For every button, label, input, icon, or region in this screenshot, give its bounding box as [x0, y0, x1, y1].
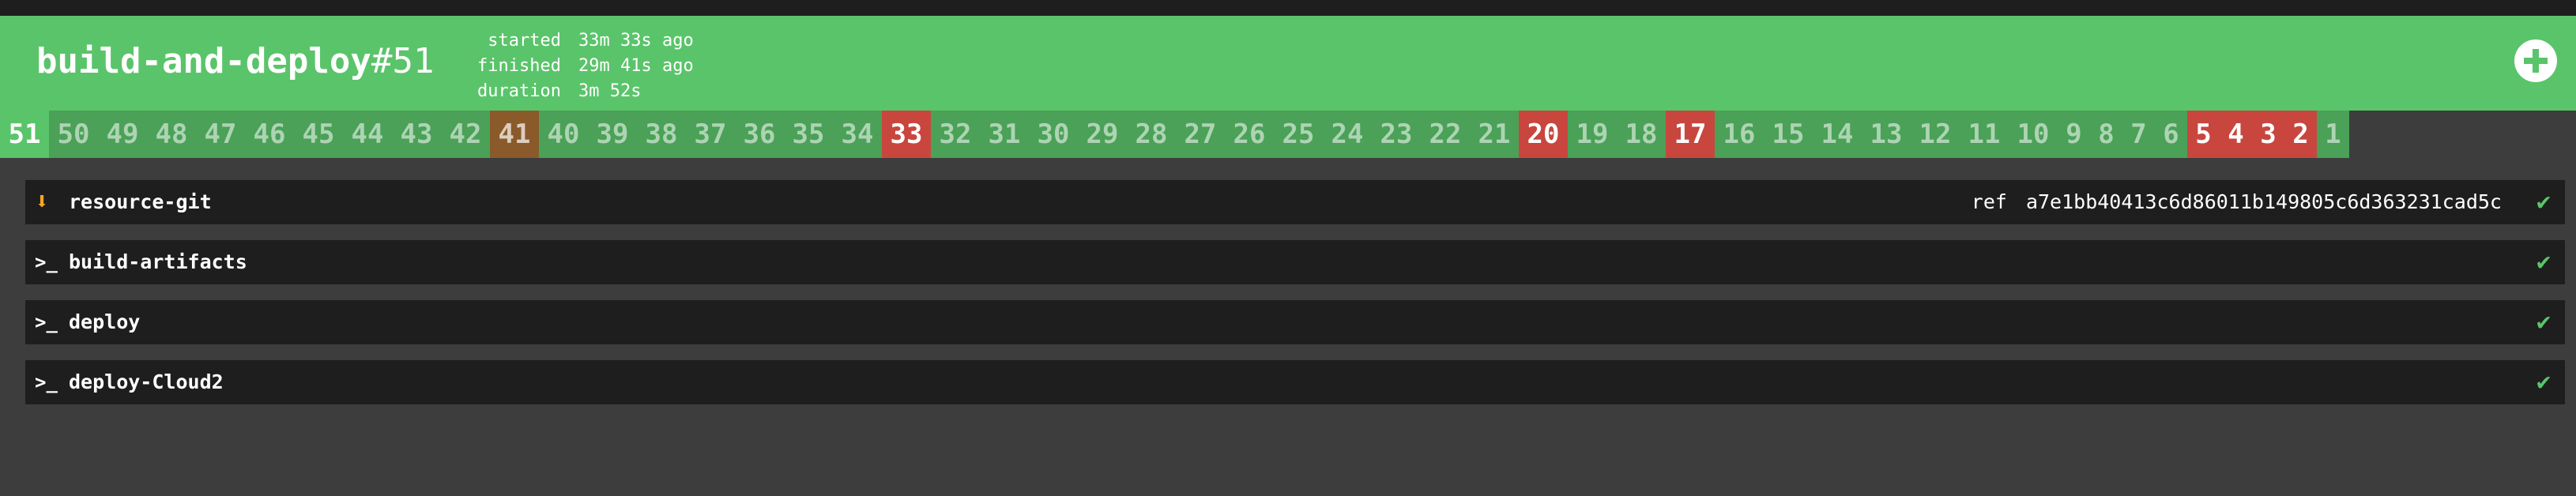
build-header: build-and-deploy #51 started 33m 33s ago …: [0, 16, 2576, 111]
build-tab-33[interactable]: 33: [882, 111, 931, 158]
time-duration: duration 3m 52s: [443, 79, 694, 104]
build-tab-29[interactable]: 29: [1078, 111, 1127, 158]
build-tab-5[interactable]: 5: [2187, 111, 2220, 158]
checkmark-icon: ✔: [2536, 368, 2551, 396]
build-tab-28[interactable]: 28: [1127, 111, 1176, 158]
step-build-artifacts[interactable]: >_ build-artifacts ✔: [25, 240, 2565, 284]
build-tab-6[interactable]: 6: [2155, 111, 2187, 158]
build-tab-8[interactable]: 8: [2090, 111, 2122, 158]
build-tab-32[interactable]: 32: [931, 111, 980, 158]
build-tab-2[interactable]: 2: [2284, 111, 2317, 158]
build-tab-38[interactable]: 38: [637, 111, 686, 158]
terminal-icon: >_: [35, 311, 58, 333]
step-name: deploy-Cloud2: [69, 370, 224, 393]
build-tab-16[interactable]: 16: [1715, 111, 1764, 158]
build-tab-14[interactable]: 14: [1813, 111, 1862, 158]
build-tab-3[interactable]: 3: [2252, 111, 2284, 158]
build-tab-17[interactable]: 17: [1666, 111, 1715, 158]
build-tab-12[interactable]: 12: [1911, 111, 1960, 158]
build-tab-42[interactable]: 42: [441, 111, 490, 158]
build-tab-43[interactable]: 43: [392, 111, 441, 158]
build-tab-26[interactable]: 26: [1225, 111, 1274, 158]
checkmark-icon: ✔: [2536, 248, 2551, 276]
build-tab-35[interactable]: 35: [784, 111, 833, 158]
build-tab-37[interactable]: 37: [686, 111, 735, 158]
build-tab-36[interactable]: 36: [735, 111, 784, 158]
build-tab-7[interactable]: 7: [2122, 111, 2155, 158]
build-tab-10[interactable]: 10: [2009, 111, 2058, 158]
terminal-icon: >_: [35, 371, 58, 393]
build-tab-22[interactable]: 22: [1421, 111, 1470, 158]
build-tab-41[interactable]: 41: [490, 111, 539, 158]
checkmark-icon: ✔: [2536, 308, 2551, 336]
step-deploy-cloud2[interactable]: >_ deploy-Cloud2 ✔: [25, 360, 2565, 404]
step-ref: ref a7e1bb40413c6d86011b149805c6d363231ca…: [1972, 180, 2502, 224]
build-tab-20[interactable]: 20: [1519, 111, 1568, 158]
build-tab-46[interactable]: 46: [245, 111, 294, 158]
build-tab-40[interactable]: 40: [539, 111, 588, 158]
build-tab-48[interactable]: 48: [147, 111, 196, 158]
step-name: build-artifacts: [69, 250, 247, 273]
build-number: #51: [371, 41, 435, 81]
checkmark-icon: ✔: [2536, 188, 2551, 216]
ref-value: a7e1bb40413c6d86011b149805c6d363231cad5c: [2025, 190, 2502, 213]
build-tab-15[interactable]: 15: [1764, 111, 1813, 158]
build-tab-45[interactable]: 45: [294, 111, 343, 158]
time-label: finished: [477, 56, 561, 76]
step-resource-git[interactable]: ⬇ resource-git ref a7e1bb40413c6d86011b14…: [25, 180, 2565, 224]
build-steps: ⬇ resource-git ref a7e1bb40413c6d86011b14…: [25, 180, 2565, 420]
time-value: 33m 33s ago: [578, 31, 694, 51]
build-tab-23[interactable]: 23: [1372, 111, 1421, 158]
build-tab-9[interactable]: 9: [2058, 111, 2090, 158]
build-tab-31[interactable]: 31: [980, 111, 1029, 158]
time-label: started: [488, 31, 561, 51]
build-tab-50[interactable]: 50: [49, 111, 98, 158]
build-tab-51[interactable]: 51: [0, 111, 49, 158]
build-tab-21[interactable]: 21: [1470, 111, 1519, 158]
build-tab-30[interactable]: 30: [1029, 111, 1078, 158]
build-tab-18[interactable]: 18: [1617, 111, 1666, 158]
build-tab-34[interactable]: 34: [833, 111, 882, 158]
build-tab-25[interactable]: 25: [1274, 111, 1323, 158]
build-tab-44[interactable]: 44: [343, 111, 392, 158]
build-tab-39[interactable]: 39: [588, 111, 637, 158]
plus-circle-icon[interactable]: [2514, 39, 2557, 82]
build-tab-24[interactable]: 24: [1323, 111, 1372, 158]
top-navigation-bar: [0, 0, 2576, 16]
job-name[interactable]: build-and-deploy: [36, 41, 371, 81]
time-label: duration: [477, 81, 561, 101]
time-value: 3m 52s: [578, 81, 642, 101]
build-tab-47[interactable]: 47: [196, 111, 245, 158]
build-tab-19[interactable]: 19: [1568, 111, 1617, 158]
terminal-icon: >_: [35, 251, 58, 273]
step-name: deploy: [69, 310, 141, 333]
step-name: resource-git: [69, 190, 212, 213]
build-times: started 33m 33s ago finished 29m 41s ago d…: [443, 28, 694, 104]
time-finished: finished 29m 41s ago: [443, 54, 694, 79]
ref-label: ref: [1971, 190, 2007, 213]
build-tab-11[interactable]: 11: [1960, 111, 2009, 158]
build-tab-4[interactable]: 4: [2220, 111, 2252, 158]
build-tab-1[interactable]: 1: [2317, 111, 2349, 158]
build-tab-27[interactable]: 27: [1176, 111, 1225, 158]
build-history-tabs: 51 50 49 48 47 46 45 44 43 42 41 40 39 38 37 36 35 34 33 32…: [0, 111, 2349, 158]
time-started: started 33m 33s ago: [443, 28, 694, 54]
time-value: 29m 41s ago: [578, 56, 694, 76]
arrow-down-icon: ⬇: [35, 188, 50, 216]
build-tab-13[interactable]: 13: [1862, 111, 1911, 158]
build-tab-49[interactable]: 49: [98, 111, 147, 158]
step-deploy[interactable]: >_ deploy ✔: [25, 300, 2565, 344]
